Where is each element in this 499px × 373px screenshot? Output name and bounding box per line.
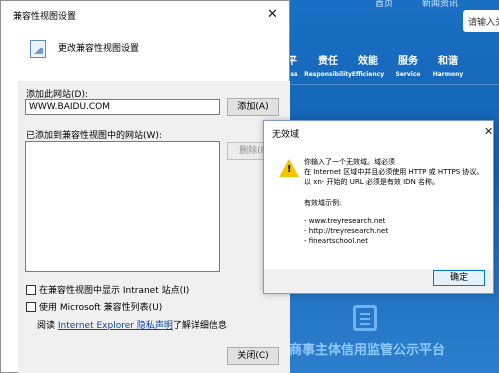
nav-item-harmony[interactable]: 和谐 Harmony xyxy=(418,52,478,78)
intranet-checkbox-row[interactable]: 在兼容性视图中显示 Intranet 站点(I) xyxy=(26,283,189,296)
close-icon[interactable]: ✕ xyxy=(484,125,493,138)
site-list-label: 已添加到兼容性视图中的网站(W): xyxy=(26,131,162,141)
ms-list-checkbox-label: 使用 Microsoft 兼容性列表(U) xyxy=(39,303,163,313)
example-item: - www.treyresearch.net xyxy=(304,217,386,225)
top-link-home[interactable]: 首页 xyxy=(375,0,393,9)
dialog-title: 兼容性视图设置 xyxy=(13,12,77,22)
dialog-titlebar[interactable]: 兼容性视图设置 ✕ xyxy=(1,1,289,29)
privacy-link[interactable]: Internet Explorer 隐私声明 xyxy=(58,321,173,331)
read-prefix: 阅读 xyxy=(37,321,56,331)
intranet-checkbox-label: 在兼容性视图中显示 Intranet 站点(I) xyxy=(39,286,190,296)
intranet-checkbox[interactable] xyxy=(26,285,36,295)
ms-list-checkbox-row[interactable]: 使用 Microsoft 兼容性列表(U) xyxy=(26,300,162,313)
ok-button[interactable]: 确定 xyxy=(433,270,485,286)
error-message-line-1: 你输入了一个无效域。域必须 xyxy=(304,158,395,166)
top-link-news[interactable]: 新闻资讯 xyxy=(422,0,458,9)
error-title: 无效域 xyxy=(272,130,300,140)
site-search-input[interactable]: 请输入关键词 xyxy=(463,10,499,32)
compat-view-dialog: 兼容性视图设置 ✕ 更改兼容性视图设置 添加此网站(D): WWW.BAIDU.… xyxy=(0,0,290,373)
site-list[interactable] xyxy=(25,141,220,272)
warning-mark: ! xyxy=(287,164,292,175)
error-titlebar[interactable]: 无效域 ✕ xyxy=(264,121,493,141)
example-item: - http://treyresearch.net xyxy=(304,227,389,235)
ms-list-checkbox[interactable] xyxy=(26,302,36,312)
privacy-line: 阅读 Internet Explorer 隐私声明了解详细信息 xyxy=(37,318,227,331)
banner-title: 商事主体信用监管公示平台 xyxy=(289,343,446,358)
dialog-header: 更改兼容性视图设置 xyxy=(58,44,140,54)
document-icon xyxy=(353,305,377,331)
read-suffix: 了解详细信息 xyxy=(172,321,227,331)
error-message-line-2: 在 Internet 区域中并且必须使用 HTTP 或 HTTPS 协议。 xyxy=(304,168,484,176)
add-button[interactable]: 添加(A) xyxy=(227,98,279,116)
close-button[interactable]: 关闭(C) xyxy=(227,347,279,365)
examples-label: 有效域示例: xyxy=(304,199,342,207)
nav-divider xyxy=(283,84,499,85)
invalid-domain-dialog: 无效域 ✕ ! 你输入了一个无效域。域必须 在 Internet 区域中并且必须… xyxy=(263,120,494,294)
example-item: - fineartschool.net xyxy=(304,237,368,245)
close-icon[interactable]: ✕ xyxy=(267,7,278,22)
settings-page-icon xyxy=(30,40,46,58)
error-message-line-3: 以 xn- 开始的 URL 必须是有效 IDN 名称。 xyxy=(304,178,440,186)
site-input[interactable]: WWW.BAIDU.COM xyxy=(25,99,220,115)
